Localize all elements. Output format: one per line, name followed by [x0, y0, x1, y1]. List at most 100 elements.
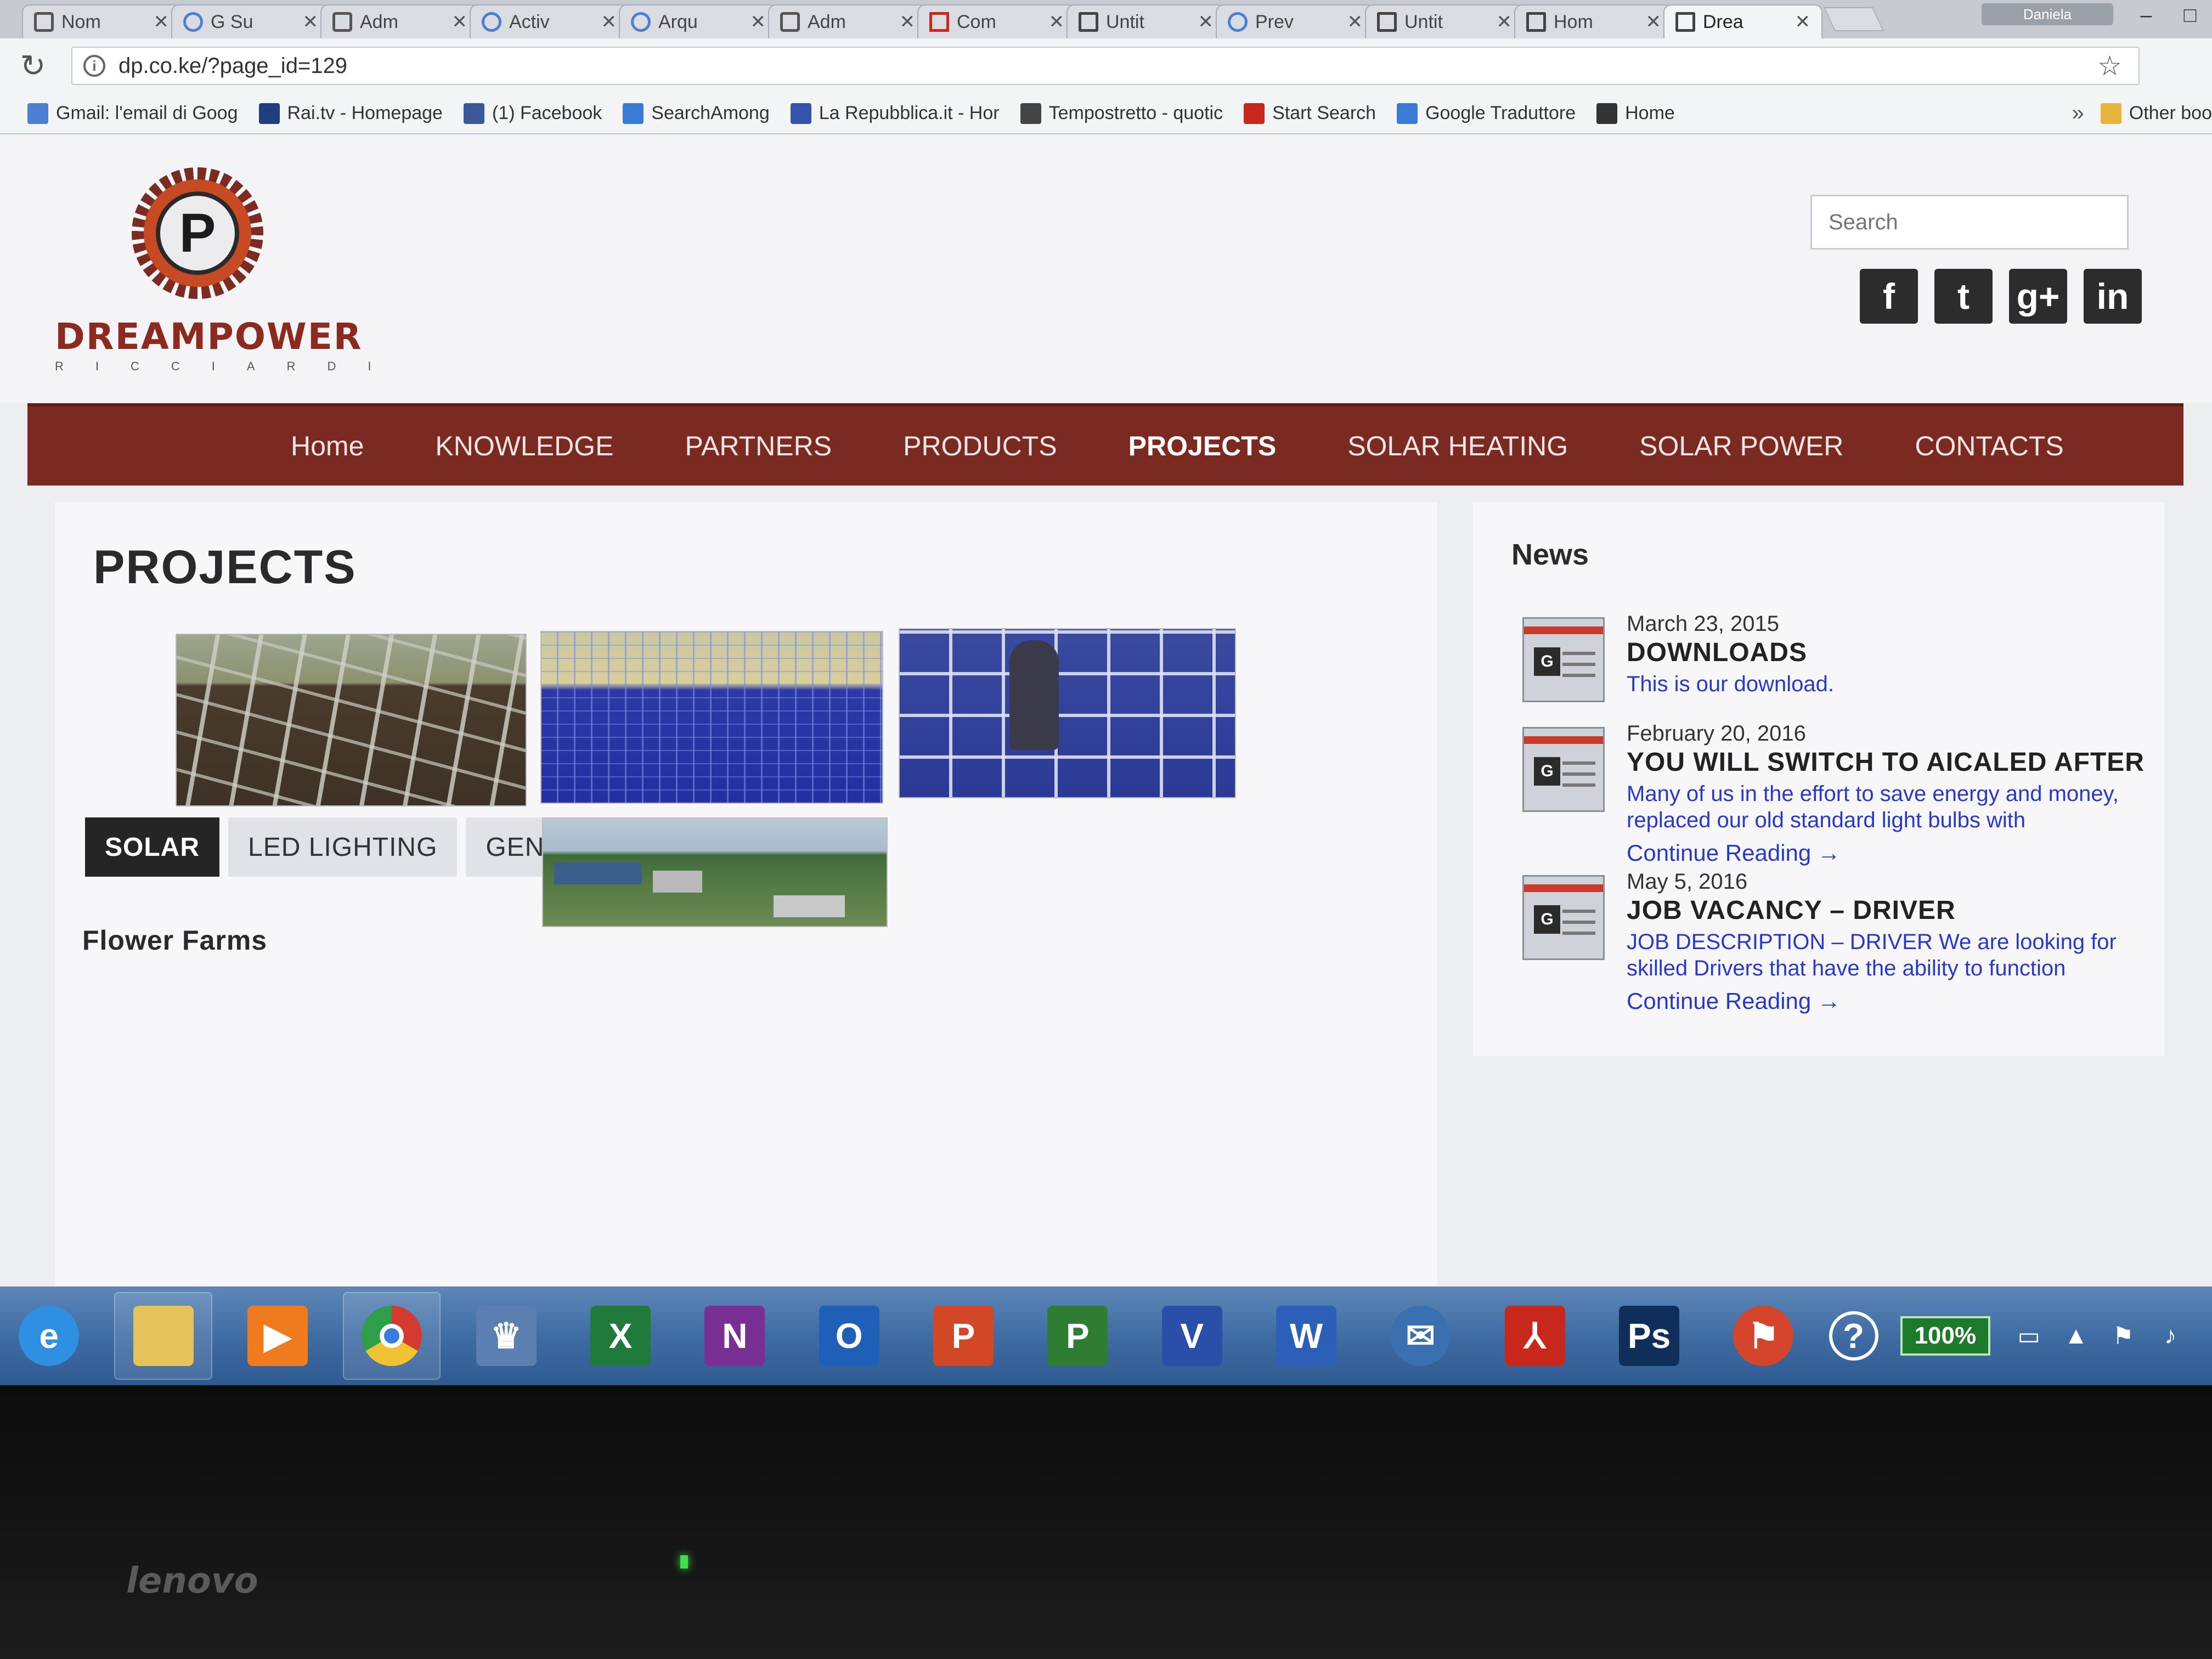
news-excerpt[interactable]: This is our download. [1627, 671, 2153, 697]
close-tab-icon[interactable]: ✕ [1646, 11, 1662, 33]
taskbar-button[interactable]: Ps [1600, 1292, 1698, 1380]
close-tab-icon[interactable]: ✕ [751, 11, 766, 33]
bookmark-item[interactable]: (1) Facebook [463, 103, 602, 124]
facebook-icon[interactable]: f [1860, 269, 1918, 324]
close-tab-icon[interactable]: ✕ [601, 11, 617, 33]
taskbar-button[interactable]: ▶ [229, 1292, 326, 1380]
continue-reading-link[interactable]: Continue Reading → [1627, 988, 2153, 1014]
close-tab-icon[interactable]: ✕ [1198, 11, 1214, 33]
browser-tab[interactable]: G Su ✕ [171, 4, 330, 38]
bookmark-item[interactable]: Start Search [1244, 103, 1376, 124]
nav-item-home[interactable]: Home [291, 430, 364, 462]
taskbar-button[interactable]: e [0, 1292, 98, 1380]
filter-solar[interactable]: SOLAR [85, 817, 219, 877]
bookmark-item[interactable]: Rai.tv - Homepage [258, 103, 443, 124]
taskbar-button[interactable]: N [686, 1292, 783, 1380]
news-excerpt[interactable]: JOB DESCRIPTION – DRIVER We are looking … [1627, 929, 2153, 981]
close-tab-icon[interactable]: ✕ [1497, 11, 1513, 33]
project-photo-2[interactable] [540, 631, 883, 804]
taskbar-button[interactable]: ♛ [457, 1292, 555, 1380]
bookmark-item[interactable]: Home [1596, 103, 1675, 124]
tab-label: Hom [1554, 11, 1593, 32]
nav-item-partners[interactable]: PARTNERS [685, 430, 832, 462]
nav-item-solar-heating[interactable]: SOLAR HEATING [1347, 430, 1568, 462]
bookmark-star-icon[interactable]: ☆ [2097, 50, 2122, 82]
taskbar-button[interactable] [343, 1292, 441, 1380]
browser-window: Nom ✕ G Su ✕ Adm ✕ Activ ✕ Arqu ✕ Adm ✕ Com ✕ Untit ✕ Pr… [0, 0, 2212, 134]
news-headline[interactable]: DOWNLOADS [1627, 637, 2153, 668]
speaker-icon[interactable]: ♪ [2154, 1319, 2187, 1352]
browser-tab[interactable]: Prev ✕ [1216, 4, 1375, 38]
more-bookmarks-button[interactable]: » [2072, 101, 2084, 126]
newspaper-icon[interactable]: G [1522, 875, 1605, 960]
news-headline[interactable]: YOU WILL SWITCH TO AICALED AFTER [1627, 747, 2153, 777]
taskbar-button[interactable]: W [1257, 1292, 1355, 1380]
twitter-icon[interactable]: t [1934, 269, 1993, 324]
news-headline[interactable]: JOB VACANCY – DRIVER [1627, 895, 2153, 926]
taskbar-button[interactable] [114, 1292, 212, 1380]
nav-item-contacts[interactable]: CONTACTS [1915, 430, 2063, 462]
browser-tab[interactable]: Arqu ✕ [619, 4, 778, 38]
browser-tab[interactable]: Adm ✕ [320, 4, 479, 38]
taskbar-button[interactable]: X [572, 1292, 669, 1380]
maximize-icon[interactable]: □ [2168, 0, 2212, 31]
close-tab-icon[interactable]: ✕ [1347, 11, 1363, 33]
linkedin-icon[interactable]: in [2084, 269, 2142, 324]
other-bookmarks-folder[interactable]: Other boo [2100, 103, 2212, 124]
bookmark-item[interactable]: Google Traduttore [1397, 103, 1576, 124]
filter-led-lighting[interactable]: LED LIGHTING [228, 817, 458, 877]
browser-tab[interactable]: Untit ✕ [1066, 4, 1226, 38]
bookmark-item[interactable]: La Repubblica.it - Hor [790, 103, 1000, 124]
browser-tab[interactable]: Drea ✕ [1663, 4, 1822, 38]
google-plus-icon[interactable]: g+ [2009, 269, 2067, 324]
site-info-icon[interactable]: i [83, 55, 105, 77]
show-hidden-icons-icon[interactable]: ▲ [2059, 1319, 2092, 1352]
profile-button[interactable]: Daniela [1982, 3, 2113, 25]
nav-item-solar-power[interactable]: SOLAR POWER [1639, 430, 1843, 462]
project-photo-3[interactable] [899, 628, 1236, 798]
close-tab-icon[interactable]: ✕ [452, 11, 468, 33]
minimize-icon[interactable]: – [2124, 0, 2168, 31]
browser-tab[interactable]: Untit ✕ [1365, 4, 1524, 38]
close-tab-icon[interactable]: ✕ [1049, 11, 1065, 33]
flag-icon[interactable]: ⚑ [2107, 1319, 2140, 1352]
bookmark-item[interactable]: Tempostretto - quotic [1020, 103, 1223, 124]
close-tab-icon[interactable]: ✕ [303, 11, 319, 33]
close-tab-icon[interactable]: ✕ [1795, 11, 1811, 33]
site-logo[interactable]: P DREAMPOWER RICCIARDI [55, 167, 371, 376]
close-tab-icon[interactable]: ✕ [154, 11, 170, 33]
project-photo-1[interactable] [176, 634, 527, 806]
new-tab-button[interactable] [1823, 7, 1884, 31]
taskbar-button[interactable]: ⅄ [1486, 1292, 1584, 1380]
taskbar-button[interactable]: P [915, 1292, 1012, 1380]
bookmark-item[interactable]: SearchAmong [623, 103, 770, 124]
taskbar-button[interactable]: V [1143, 1292, 1241, 1380]
taskbar-button[interactable]: P [1029, 1292, 1126, 1380]
network-icon[interactable]: ▭ [2012, 1319, 2045, 1352]
site-search-input[interactable] [1810, 195, 2129, 250]
nav-item-projects[interactable]: PROJECTS [1128, 430, 1277, 462]
url-text[interactable]: dp.co.ke/?page_id=129 [119, 54, 2097, 78]
taskbar-button[interactable]: ✉ [1372, 1292, 1469, 1380]
nav-item-knowledge[interactable]: KNOWLEDGE [435, 430, 613, 462]
close-tab-icon[interactable]: ✕ [900, 11, 916, 33]
news-excerpt[interactable]: Many of us in the effort to save energy … [1627, 781, 2153, 833]
reload-icon[interactable]: ↻ [16, 48, 49, 83]
newspaper-icon[interactable]: G [1522, 617, 1605, 702]
newspaper-icon[interactable]: G [1522, 727, 1605, 812]
battery-indicator[interactable]: 100% [1900, 1316, 1991, 1356]
address-bar[interactable]: i dp.co.ke/?page_id=129 ☆ [71, 47, 2140, 85]
taskbar-button[interactable]: ⚑ [1714, 1292, 1812, 1380]
help-icon[interactable]: ? [1829, 1311, 1878, 1361]
browser-tab[interactable]: Nom ✕ [22, 4, 181, 38]
browser-tab[interactable]: Adm ✕ [768, 4, 927, 38]
gear-logo-icon: P [132, 167, 263, 299]
continue-reading-link[interactable]: Continue Reading → [1627, 840, 2153, 866]
browser-tab[interactable]: Hom ✕ [1514, 4, 1673, 38]
bookmark-item[interactable]: Gmail: l'email di Goog [27, 103, 238, 124]
browser-tab[interactable]: Com ✕ [917, 4, 1076, 38]
project-photo-4[interactable] [542, 817, 888, 927]
nav-item-products[interactable]: PRODUCTS [903, 430, 1057, 462]
taskbar-button[interactable]: O [800, 1292, 898, 1380]
browser-tab[interactable]: Activ ✕ [470, 4, 629, 38]
